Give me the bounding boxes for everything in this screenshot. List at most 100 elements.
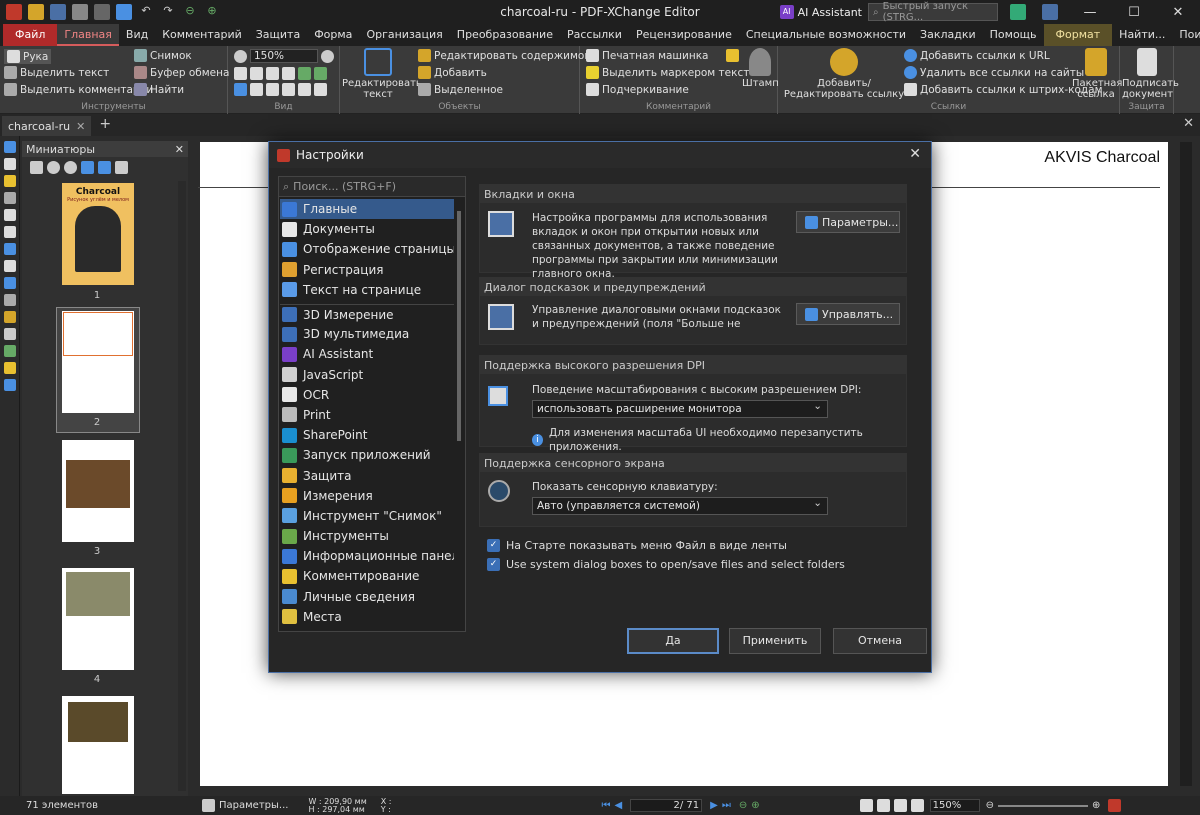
settings-nav-item[interactable]: Отображение страницы: [280, 239, 454, 259]
settings-nav-item[interactable]: Измерения: [280, 486, 454, 506]
menu-bookmarks[interactable]: Закладки: [913, 24, 983, 46]
first-page-icon[interactable]: ⏮: [601, 800, 610, 811]
menu-file[interactable]: Файл: [3, 24, 58, 46]
settings-nav-item[interactable]: Регистрация: [280, 260, 454, 280]
single-page-icon[interactable]: [859, 799, 873, 812]
cancel-button[interactable]: Отмена: [833, 628, 927, 654]
settings-nav-item[interactable]: SharePoint: [280, 425, 454, 445]
search-button[interactable]: Поиск...: [1172, 24, 1200, 46]
settings-nav-item[interactable]: Инструмент "Снимок": [280, 506, 454, 526]
selected-button[interactable]: Выделенное: [418, 83, 503, 96]
find-button[interactable]: Найти...: [1112, 24, 1172, 46]
page-number-input[interactable]: 2/ 71: [630, 799, 703, 812]
menu-convert[interactable]: Преобразование: [450, 24, 560, 46]
highlight-button[interactable]: Выделить маркером текст: [586, 66, 749, 79]
quick-search-input[interactable]: ⌕ Быстрый запуск (STRG...: [868, 1, 998, 23]
print-icon[interactable]: [72, 4, 88, 20]
page-icon[interactable]: [282, 67, 295, 80]
page-icon[interactable]: [314, 83, 327, 96]
menu-protect[interactable]: Защита: [249, 24, 307, 46]
facing-continuous-icon[interactable]: [910, 799, 924, 812]
settings-nav-item[interactable]: Документы: [280, 219, 454, 239]
settings-icon[interactable]: [1010, 4, 1026, 20]
thumbnail-page-4[interactable]: [62, 568, 134, 670]
page-icon[interactable]: [250, 67, 263, 80]
edit-content-button[interactable]: Редактировать содержимого: [418, 49, 596, 62]
tabs-params-button[interactable]: Параметры...: [796, 211, 900, 233]
settings-nav-item[interactable]: Текст на странице: [280, 280, 454, 300]
settings-nav-item[interactable]: Защита: [280, 465, 454, 485]
note-icon[interactable]: [726, 49, 739, 62]
add-url-links-button[interactable]: Добавить ссылки к URL: [904, 49, 1050, 62]
sign-document-button[interactable]: Подписать документ: [1122, 48, 1179, 100]
settings-nav-item[interactable]: 3D Измерение: [280, 303, 454, 324]
zoom-in-icon[interactable]: ⊕: [1092, 800, 1100, 811]
last-page-icon[interactable]: ⏭: [722, 800, 731, 811]
dpi-select[interactable]: использовать расширение монитора: [532, 400, 828, 418]
zoom-value[interactable]: 150%: [250, 49, 318, 63]
layout-icon[interactable]: [1042, 4, 1058, 20]
settings-nav-item[interactable]: Print: [280, 405, 454, 425]
menu-organize[interactable]: Организация: [359, 24, 449, 46]
menu-mailings[interactable]: Рассылки: [560, 24, 629, 46]
pages-panel-icon[interactable]: [3, 209, 16, 221]
signatures-panel-icon[interactable]: [3, 362, 16, 374]
next-page-icon[interactable]: ▶: [710, 800, 718, 811]
thumbnail-page-1[interactable]: Charcoal Рисунок углём и мелом: [62, 183, 134, 285]
apply-button[interactable]: Применить: [729, 628, 821, 654]
settings-nav-item[interactable]: Личные сведения: [280, 587, 454, 607]
bookmark-icon[interactable]: [234, 83, 247, 96]
nav-back-icon[interactable]: ⊖: [739, 800, 747, 811]
maximize-button[interactable]: ☐: [1112, 0, 1156, 24]
forward-icon[interactable]: ⊕: [204, 4, 220, 20]
snapshot-tool[interactable]: Снимок: [134, 49, 192, 62]
typewriter-button[interactable]: Печатная машинка: [586, 49, 709, 62]
hand-tool[interactable]: Рука: [4, 49, 52, 64]
menu-review[interactable]: Рецензирование: [629, 24, 739, 46]
underline-button[interactable]: Подчеркивание: [586, 83, 689, 96]
options-icon[interactable]: [30, 160, 43, 174]
thumbnails-scrollbar[interactable]: [178, 181, 186, 791]
ribbon-file-menu-checkbox[interactable]: ✓ На Старте показывать меню Файл в виде л…: [487, 539, 787, 552]
new-tab-button[interactable]: +: [99, 116, 111, 136]
back-icon[interactable]: ⊖: [182, 4, 198, 20]
thumbnail-page-5[interactable]: [62, 696, 134, 794]
page-icon[interactable]: [266, 67, 279, 80]
status-params-button[interactable]: Параметры...: [219, 800, 288, 811]
zoom-control[interactable]: 150%: [234, 49, 334, 63]
zoom-out-icon[interactable]: [64, 160, 77, 174]
menu-form[interactable]: Форма: [307, 24, 359, 46]
page-icon[interactable]: [282, 83, 295, 96]
menu-accessibility[interactable]: Специальные возможности: [739, 24, 913, 46]
continuous-icon[interactable]: [876, 799, 890, 812]
insert-page-icon[interactable]: [81, 160, 94, 174]
add-edit-link-button[interactable]: Добавить/Редактировать ссылку: [782, 48, 906, 100]
panel-close-icon[interactable]: ✕: [175, 143, 184, 156]
content-panel-icon[interactable]: [3, 226, 16, 238]
facing-icon[interactable]: [893, 799, 907, 812]
hints-manage-button[interactable]: Управлять...: [796, 303, 900, 325]
menu-view[interactable]: Вид: [119, 24, 155, 46]
redo-icon[interactable]: ↷: [160, 4, 176, 20]
settings-nav-item[interactable]: Комментирование: [280, 566, 454, 586]
page-icon[interactable]: [234, 67, 247, 80]
settings-nav-item[interactable]: OCR: [280, 385, 454, 405]
upload-icon[interactable]: [116, 4, 132, 20]
select-comments-tool[interactable]: Выделить комментарии: [4, 83, 153, 96]
settings-nav-item[interactable]: Запуск приложений: [280, 445, 454, 465]
zoom-out-icon[interactable]: ⊖: [986, 800, 994, 811]
select-text-tool[interactable]: Выделить текст: [4, 66, 109, 79]
thumbnails-panel-icon[interactable]: [3, 158, 16, 170]
page-icon[interactable]: [298, 83, 311, 96]
search-panel-icon[interactable]: [3, 379, 16, 391]
zoom-slider[interactable]: [998, 804, 1089, 807]
close-button[interactable]: ✕: [1156, 0, 1200, 24]
properties-panel-icon[interactable]: [3, 294, 16, 306]
settings-nav-item[interactable]: JavaScript: [280, 365, 454, 385]
edit-text-button[interactable]: Редактировать текст: [342, 48, 422, 100]
replace-page-icon[interactable]: [98, 160, 111, 174]
open-icon[interactable]: [28, 4, 44, 20]
menu-help[interactable]: Помощь: [983, 24, 1044, 46]
organizer-panel-icon[interactable]: [3, 345, 16, 357]
prev-page-icon[interactable]: ◀: [614, 800, 622, 811]
